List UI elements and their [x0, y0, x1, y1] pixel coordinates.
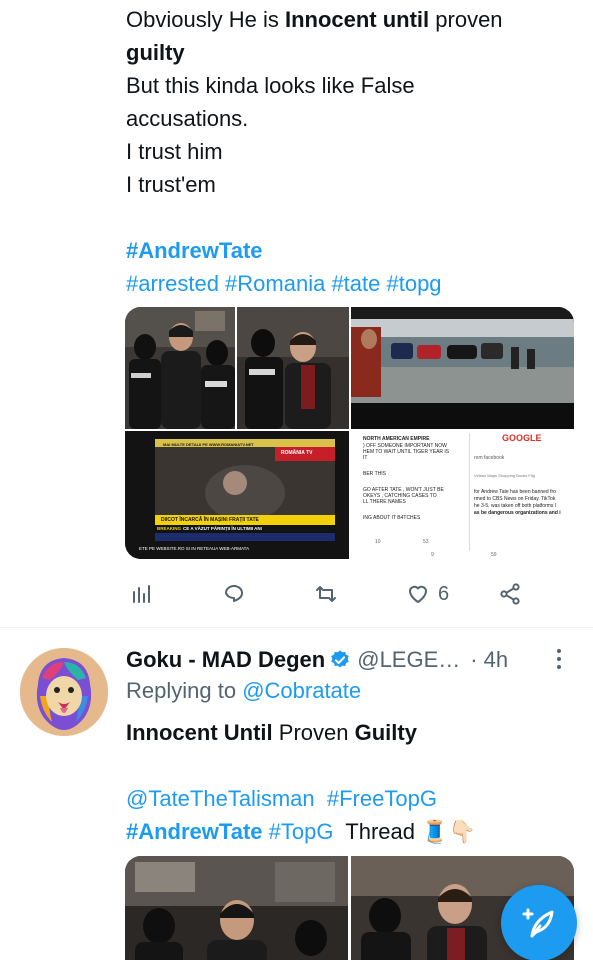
share-button[interactable]	[498, 578, 522, 610]
tweet-action-bar: 6	[126, 578, 536, 610]
ss-text-3: LL THERE NAMES	[363, 499, 406, 505]
tv-top-bar-text: MAI MULTE DETALII PE WWW.ROMANIATV.NET	[163, 442, 254, 447]
photo-romania-tv[interactable]: MAI MULTE DETALII PE WWW.ROMANIATV.NET R…	[125, 431, 349, 559]
tweet-text: Innocent Until Proven Guilty @TateTheTal…	[126, 716, 576, 848]
tweet-line-6: I trust'em	[126, 172, 216, 197]
ss-stat-3: 9	[431, 552, 434, 558]
reply-icon	[225, 585, 243, 602]
tweet-divider	[0, 627, 593, 628]
avatar[interactable]	[20, 648, 108, 736]
tv-ticker-3: ETE PE WEBSITE.RO SI IN RETEAUA WEB-ARMA…	[139, 546, 250, 551]
tv-ticker-2: CE A VĂZUT PĂRINȚII ÎN ULTIMII ANI	[183, 526, 262, 531]
ss-text-4: ING ABOUT IT B4TCHES	[363, 515, 421, 521]
verified-badge-icon	[331, 650, 349, 668]
mention-link[interactable]: @TateTheTalisman	[126, 786, 315, 811]
tv-ticker-1: DIICOT ÎNCARCĂ ÎN MAȘINI FRAȚII TATE	[161, 517, 259, 523]
more-options-icon[interactable]	[552, 646, 566, 672]
ss-google-text-4: as be dangerous organizations and i	[474, 510, 561, 516]
text-bold: Guilty	[354, 720, 417, 745]
text-bold: Innocent until	[284, 7, 430, 32]
photo-arrest-2[interactable]	[237, 307, 349, 429]
share-icon	[500, 583, 520, 605]
heart-icon	[409, 585, 427, 603]
analytics-icon	[133, 585, 150, 603]
ss-line-3: IT	[363, 455, 368, 461]
ss-google-panel: GOOGLE rom facebook Videos Maps Shopping…	[469, 433, 569, 551]
ss-google-logo: GOOGLE	[502, 433, 542, 443]
text-fragment: proven	[429, 7, 503, 32]
ss-google-text-2: rmed to CBS News on Friday. TikTok	[474, 496, 556, 502]
ss-stat-1: 10	[375, 539, 381, 545]
hashtag-andrewtate[interactable]: #AndrewTate	[126, 238, 263, 263]
tweet-line-5: I trust him	[126, 139, 223, 164]
tweet-time[interactable]: 4h	[484, 647, 508, 673]
tweet-line-3: But this kinda looks like False	[126, 73, 415, 98]
tweet-header: Goku - MAD Degen @LEGE… · 4h	[126, 644, 508, 676]
text-fragment: Proven	[272, 720, 355, 745]
like-count: 6	[438, 582, 450, 605]
photo-arrest-1[interactable]	[125, 307, 235, 429]
ss-stat-4: 59	[491, 552, 497, 558]
tv-ticker-2-prefix: BREAKING	[157, 526, 182, 531]
empty-line	[126, 749, 576, 782]
tv-channel-logo: ROMÂNIA TV	[281, 450, 313, 456]
reply-button[interactable]	[222, 578, 246, 610]
separator-dot: ·	[470, 647, 478, 672]
tweet-line-2: guilty	[126, 40, 185, 65]
empty-line	[126, 201, 576, 234]
compose-tweet-button[interactable]	[501, 885, 577, 960]
photo-cars-video-image	[351, 307, 574, 429]
photo-arrest-3-image	[125, 856, 348, 960]
ss-stat-2: 53	[423, 539, 429, 545]
author-handle[interactable]: @LEGE…	[357, 647, 460, 673]
photo-arrest-1-image	[125, 307, 235, 429]
photo-romania-tv-image	[125, 431, 349, 559]
thread-word: Thread	[345, 819, 416, 844]
hashtags-line[interactable]: #arrested #Romania #tate #topg	[126, 271, 442, 296]
ss-account: NORTH AMERICAN EMPIRE	[363, 436, 430, 442]
photo-arrest-2-image	[237, 307, 349, 429]
hashtag-topg[interactable]: #TopG	[269, 819, 334, 844]
hashtag-andrewtate[interactable]: #AndrewTate	[126, 819, 263, 844]
photo-tweet-screenshot[interactable]: NORTH AMERICAN EMPIRE ) OFF SOMEONE IMPO…	[351, 431, 574, 559]
ss-section: BER THIS	[363, 471, 386, 477]
ss-google-text-1: for Andrew Tate has been banned fro	[474, 489, 556, 495]
retweet-button[interactable]	[314, 578, 338, 610]
tweet-line-4: accusations.	[126, 106, 249, 131]
replying-handle[interactable]: @Cobratate	[242, 678, 361, 703]
thread-emoji: 🧵👇🏻	[421, 819, 476, 844]
ss-google-tabs: Videos Maps Shopping Books Flig	[474, 473, 535, 478]
hashtag-freetopg[interactable]: #FreeTopG	[327, 786, 437, 811]
author-name[interactable]: Goku - MAD Degen	[126, 647, 325, 673]
replying-label: Replying to	[126, 678, 243, 703]
tweet-line-1: Obviously He is Innocent until proven	[126, 3, 576, 36]
ss-google-text-3: he 3-5, was taken off both platforms l	[474, 503, 556, 509]
compose-tweet-icon	[522, 908, 554, 938]
lion-avatar-image	[20, 648, 108, 736]
replying-to: Replying to @Cobratate	[126, 678, 361, 704]
text-bold: Innocent Until	[126, 720, 273, 745]
tweet-text: Obviously He is Innocent until proven gu…	[126, 3, 576, 300]
photo-arrest-3[interactable]	[125, 856, 348, 960]
tweet-media-grid[interactable]: MAI MULTE DETALII PE WWW.ROMANIATV.NET R…	[125, 307, 574, 559]
analytics-button[interactable]	[130, 578, 154, 610]
ss-line-2: HEM TO WAIT UNTIL TIGER YEAR IS	[363, 449, 450, 455]
ss-google-sub: rom facebook	[474, 455, 505, 461]
like-button[interactable]: 6	[406, 578, 449, 610]
retweet-icon	[316, 586, 336, 602]
photo-cars-video[interactable]	[351, 307, 574, 429]
text-fragment: Obviously He is	[126, 7, 285, 32]
